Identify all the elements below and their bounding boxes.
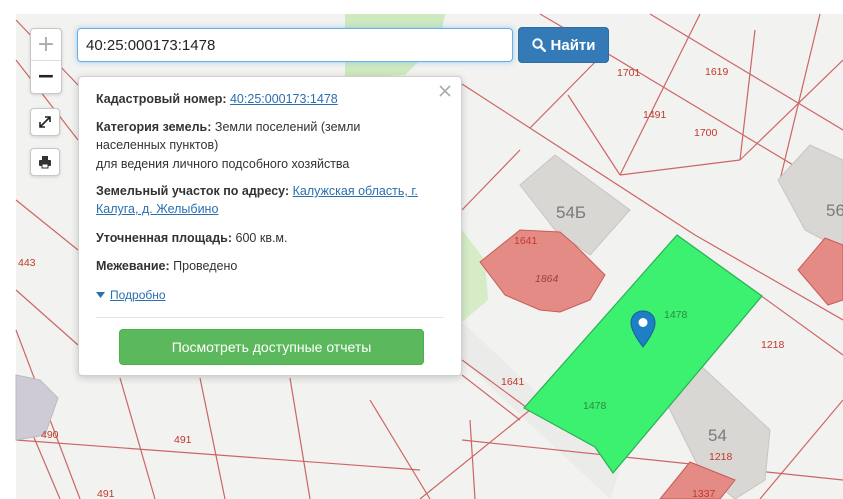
parcel-label: 1478 (664, 309, 688, 321)
parcel-label: 1864 (535, 273, 559, 285)
building-label: 54 (708, 426, 727, 445)
parcel-label: 1218 (761, 339, 785, 351)
zoom-control: + − (30, 28, 62, 94)
land-use-row: для ведения личного подсобного хозяйства (96, 155, 446, 173)
zoom-out-button[interactable]: − (31, 61, 61, 92)
area-row: Уточненная площадь: 600 кв.м. (96, 229, 446, 247)
parcel-label: 1491 (643, 109, 667, 121)
survey-label: Межевание: (96, 259, 170, 273)
building-pink-right (797, 237, 843, 306)
parcel-label: 1641 (514, 235, 538, 247)
parcel-info-popup: Кадастровый номер: 40:25:000173:1478 Кат… (78, 76, 462, 376)
search-icon (531, 38, 546, 52)
parcel-label: 491 (174, 434, 192, 446)
parcel-label: 491 (97, 488, 115, 499)
parcel-label: 1619 (705, 66, 729, 78)
building-56 (777, 144, 843, 251)
parcel-label: 1337 (692, 488, 716, 499)
parcel-label: 490 (41, 429, 59, 441)
area-label: Уточненная площадь: (96, 231, 233, 245)
details-link-label: Подробно (110, 288, 166, 302)
top-margin (0, 0, 843, 14)
view-reports-button[interactable]: Посмотреть доступные отчеты (119, 329, 424, 365)
cadastral-number-link[interactable]: 40:25:000173:1478 (230, 92, 338, 106)
parcel-label: 1641 (501, 376, 525, 388)
building-label: 56 (826, 201, 843, 220)
search-button[interactable]: Найти (518, 27, 609, 63)
address-label: Земельный участок по адресу: (96, 184, 290, 198)
fullscreen-button[interactable] (30, 108, 60, 136)
cadastral-search-input[interactable] (77, 28, 513, 62)
parcel-label: 1218 (709, 451, 733, 463)
cadastral-number-label: Кадастровый номер: (96, 92, 227, 106)
area-value: 600 кв.м. (235, 231, 288, 245)
address-row: Земельный участок по адресу: Калужская о… (96, 182, 446, 218)
parcel-label: 1700 (694, 127, 718, 139)
caret-down-icon (96, 292, 105, 298)
zoom-in-button[interactable]: + (31, 29, 61, 61)
survey-value: Проведено (173, 259, 238, 273)
parcel-label: 443 (18, 257, 36, 269)
land-category-label: Категория земель: (96, 120, 212, 134)
parcel-label: 1478 (583, 400, 607, 412)
left-margin (0, 0, 16, 499)
survey-row: Межевание: Проведено (96, 257, 446, 275)
cadastral-number-row: Кадастровый номер: 40:25:000173:1478 (96, 90, 446, 108)
building-label: 54Б (556, 203, 587, 222)
popup-divider (96, 317, 444, 318)
details-link[interactable]: Подробно (96, 286, 166, 304)
print-icon (39, 156, 51, 169)
print-button[interactable] (30, 148, 60, 176)
green-area (462, 230, 488, 322)
search-button-label: Найти (550, 36, 596, 54)
expand-icon (39, 116, 51, 128)
land-category-row: Категория земель: Земли поселений (земли… (96, 118, 386, 154)
location-marker-icon[interactable] (630, 310, 656, 348)
land-use-value: для ведения личного подсобного хозяйства (96, 157, 350, 171)
parcel-label: 1701 (617, 67, 641, 79)
